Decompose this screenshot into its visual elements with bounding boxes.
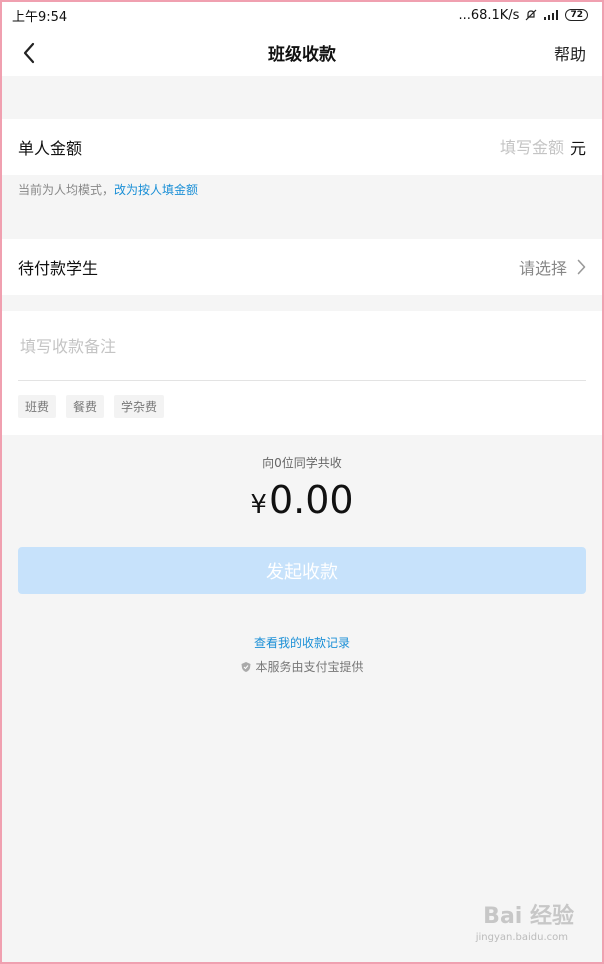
provider-note: 本服务由支付宝提供	[0, 658, 604, 675]
provider-text: 本服务由支付宝提供	[255, 660, 364, 674]
tag-misc-fee[interactable]: 学杂费	[114, 395, 165, 418]
status-indicators: ...68.1K/s 72	[458, 8, 588, 23]
signal-icon	[544, 10, 559, 20]
mode-hint: 当前为人均模式，改为按人填金额	[18, 181, 198, 198]
shield-icon	[241, 661, 251, 672]
chevron-right-icon	[577, 259, 586, 275]
amount-input-group: 元	[423, 135, 586, 159]
nav-bar: 班级收款 帮助	[0, 30, 604, 76]
student-select-row[interactable]: 待付款学生 请选择	[0, 239, 604, 295]
network-speed: ...68.1K/s	[458, 7, 520, 23]
watermark-url: jingyan.baidu.com	[475, 932, 568, 943]
currency-unit: 元	[569, 139, 586, 158]
mute-icon	[526, 9, 537, 21]
switch-mode-link[interactable]: 改为按人填金额	[114, 183, 198, 197]
student-select-value: 请选择	[518, 259, 567, 278]
status-bar: 上午9:54 ...68.1K/s 72	[0, 0, 604, 30]
tag-class-fee[interactable]: 班费	[18, 395, 57, 418]
amount-label: 单人金额	[18, 139, 83, 158]
amount-row: 单人金额 元	[0, 119, 604, 175]
remark-section: 班费 餐费 学杂费	[0, 311, 604, 435]
student-label: 待付款学生	[18, 259, 99, 278]
mode-hint-text: 当前为人均模式，	[18, 183, 115, 197]
page-title: 班级收款	[268, 45, 336, 65]
battery-indicator: 72	[565, 9, 588, 21]
submit-collection-button[interactable]: 发起收款	[18, 547, 586, 594]
watermark-logo: Bai 经验	[483, 904, 574, 929]
records-link[interactable]: 查看我的收款记录	[0, 634, 604, 651]
help-link[interactable]: 帮助	[554, 41, 586, 65]
remark-tags: 班费 餐费 学杂费	[18, 395, 165, 418]
student-select[interactable]: 请选择	[519, 255, 586, 279]
remark-divider	[18, 380, 586, 381]
remark-input[interactable]	[20, 331, 580, 361]
total-amount: ¥0.00	[0, 478, 604, 522]
amount-input[interactable]	[423, 137, 564, 157]
total-value: 0.00	[268, 478, 354, 522]
summary-label: 向0位同学共收	[262, 456, 342, 470]
tag-meal-fee[interactable]: 餐费	[66, 395, 105, 418]
currency-symbol: ¥	[250, 490, 267, 520]
status-time: 上午9:54	[12, 9, 68, 25]
